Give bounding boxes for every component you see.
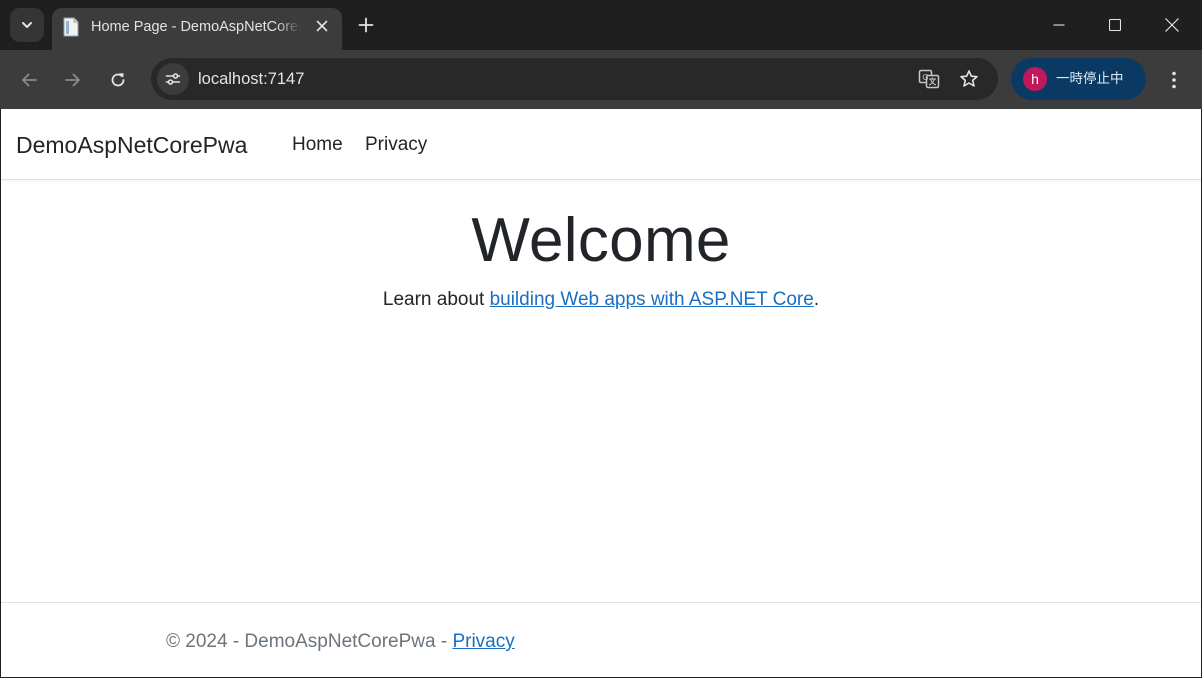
- address-bar[interactable]: localhost:7147 G: [151, 58, 998, 100]
- tab-close-icon[interactable]: [312, 16, 332, 36]
- maximize-icon[interactable]: [1087, 0, 1143, 50]
- avatar: h: [1023, 67, 1047, 91]
- nav-home-link[interactable]: Home: [292, 133, 343, 157]
- forward-icon[interactable]: [58, 65, 88, 95]
- site-navbar: DemoAspNetCorePwa Home Privacy: [1, 109, 1201, 180]
- bookmark-star-icon[interactable]: [957, 67, 981, 91]
- new-tab-icon[interactable]: [354, 13, 378, 37]
- browser-toolbar: localhost:7147 G h 一時停止中: [0, 50, 1202, 109]
- footer-text: © 2024 - DemoAspNetCorePwa - Privacy: [166, 630, 515, 654]
- active-tab[interactable]: Home Page - DemoAspNetCorePwa: [52, 8, 342, 50]
- svg-text:G: G: [922, 73, 928, 82]
- tab-title: Home Page - DemoAspNetCorePwa: [91, 19, 301, 35]
- reload-icon[interactable]: [103, 65, 133, 95]
- profile-button[interactable]: h 一時停止中: [1011, 58, 1146, 100]
- nav-privacy-link[interactable]: Privacy: [365, 133, 427, 157]
- page-viewport: DemoAspNetCorePwa Home Privacy Welcome L…: [1, 109, 1201, 677]
- intro-text: Learn about building Web apps with ASP.N…: [1, 287, 1201, 313]
- tab-strip: Home Page - DemoAspNetCorePwa: [0, 0, 1202, 50]
- tab-search-icon: [20, 18, 34, 32]
- more-menu-icon[interactable]: [1160, 65, 1188, 95]
- profile-status: 一時停止中: [1056, 71, 1124, 86]
- brand-link[interactable]: DemoAspNetCorePwa: [16, 130, 247, 160]
- tab-search-button[interactable]: [10, 8, 44, 42]
- aspnet-docs-link[interactable]: building Web apps with ASP.NET Core: [490, 289, 814, 310]
- footer-privacy-link[interactable]: Privacy: [452, 631, 514, 652]
- site-footer: © 2024 - DemoAspNetCorePwa - Privacy: [1, 602, 1201, 677]
- window-close-icon[interactable]: [1144, 0, 1200, 50]
- site-info-icon[interactable]: [157, 63, 189, 95]
- page-title: Welcome: [471, 206, 731, 275]
- minimize-icon[interactable]: [1031, 0, 1087, 50]
- intro-suffix: .: [813, 289, 820, 310]
- back-icon[interactable]: [14, 65, 44, 95]
- intro-prefix: Learn about: [382, 289, 490, 310]
- footer-copyright: © 2024 - DemoAspNetCorePwa -: [166, 631, 453, 652]
- translate-icon[interactable]: G: [917, 67, 941, 91]
- favicon-icon: [62, 17, 80, 37]
- url-text[interactable]: localhost:7147: [198, 69, 304, 89]
